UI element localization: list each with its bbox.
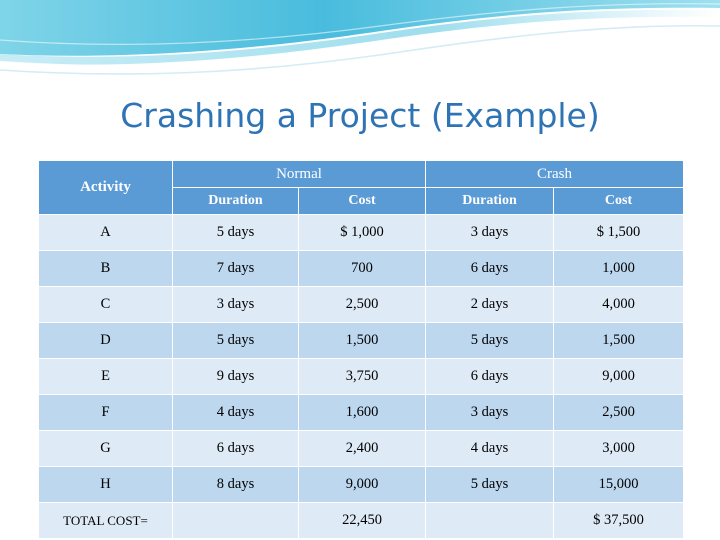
table-total-row: TOTAL COST= 22,450 $ 37,500 — [38, 502, 685, 539]
table-row: B 7 days 700 6 days 1,000 — [38, 250, 685, 287]
cell-crash-cost: 3,000 — [553, 430, 685, 467]
cell-crash-cost: 1,500 — [553, 322, 685, 359]
header-decoration — [0, 0, 720, 78]
cell-normal-cost: 9,000 — [297, 466, 427, 503]
cell-activity: A — [38, 214, 173, 251]
cell-activity: F — [38, 394, 173, 431]
cell-crash-duration: 2 days — [425, 286, 555, 323]
column-header-crash-group: Crash — [425, 160, 685, 188]
cell-total-crash-duration — [425, 502, 555, 539]
cell-crash-duration: 5 days — [425, 466, 555, 503]
cell-normal-cost: 3,750 — [297, 358, 427, 395]
cell-total-normal-cost: 22,450 — [297, 502, 427, 539]
cell-crash-cost: 9,000 — [553, 358, 685, 395]
column-header-crash-duration: Duration — [425, 187, 555, 215]
cell-crash-duration: 5 days — [425, 322, 555, 359]
crash-table-container: Activity Normal Crash Duration Cost Dura… — [38, 160, 685, 539]
column-header-normal-cost: Cost — [297, 187, 427, 215]
table-row: C 3 days 2,500 2 days 4,000 — [38, 286, 685, 323]
cell-normal-duration: 9 days — [172, 358, 299, 395]
cell-crash-duration: 3 days — [425, 214, 555, 251]
column-header-normal-group: Normal — [171, 160, 427, 188]
cell-normal-cost: 1,500 — [297, 322, 427, 359]
cell-total-normal-duration — [172, 502, 299, 539]
header-swoosh-graphic — [0, 0, 720, 75]
cell-normal-cost: 1,600 — [297, 394, 427, 431]
cell-activity: E — [38, 358, 173, 395]
table-row: H 8 days 9,000 5 days 15,000 — [38, 466, 685, 503]
cell-crash-cost: 4,000 — [553, 286, 685, 323]
cell-crash-cost: 15,000 — [553, 466, 685, 503]
table-head: Activity Normal Crash Duration Cost Dura… — [38, 160, 685, 215]
cell-normal-cost: 2,400 — [297, 430, 427, 467]
cell-crash-duration: 6 days — [425, 358, 555, 395]
table-row: D 5 days 1,500 5 days 1,500 — [38, 322, 685, 359]
cell-normal-cost: $ 1,000 — [297, 214, 427, 251]
column-header-normal-duration: Duration — [172, 187, 299, 215]
cell-normal-duration: 4 days — [172, 394, 299, 431]
cell-crash-duration: 6 days — [425, 250, 555, 287]
table-row: F 4 days 1,600 3 days 2,500 — [38, 394, 685, 431]
column-header-activity: Activity — [38, 160, 173, 215]
cell-activity: H — [38, 466, 173, 503]
cell-crash-duration: 3 days — [425, 394, 555, 431]
cell-crash-duration: 4 days — [425, 430, 555, 467]
table-row: A 5 days $ 1,000 3 days $ 1,500 — [38, 214, 685, 251]
column-header-crash-cost: Cost — [553, 187, 685, 215]
cell-normal-duration: 8 days — [172, 466, 299, 503]
cell-activity: B — [38, 250, 173, 287]
table-row: G 6 days 2,400 4 days 3,000 — [38, 430, 685, 467]
cell-normal-duration: 6 days — [172, 430, 299, 467]
cell-total-crash-cost: $ 37,500 — [553, 502, 685, 539]
table-body: A 5 days $ 1,000 3 days $ 1,500 B 7 days… — [38, 214, 685, 539]
cell-total-label: TOTAL COST= — [38, 502, 173, 539]
cell-normal-duration: 5 days — [172, 322, 299, 359]
cell-normal-duration: 3 days — [172, 286, 299, 323]
cell-normal-duration: 7 days — [172, 250, 299, 287]
cell-crash-cost: 1,000 — [553, 250, 685, 287]
cell-normal-cost: 700 — [297, 250, 427, 287]
cell-activity: D — [38, 322, 173, 359]
cell-normal-duration: 5 days — [172, 214, 299, 251]
table-header-row-group: Activity Normal Crash — [38, 160, 685, 215]
cell-normal-cost: 2,500 — [297, 286, 427, 323]
project-crashing-table: Activity Normal Crash Duration Cost Dura… — [38, 160, 685, 539]
cell-activity: C — [38, 286, 173, 323]
page-title: Crashing a Project (Example) — [120, 96, 600, 135]
cell-crash-cost: 2,500 — [553, 394, 685, 431]
cell-activity: G — [38, 430, 173, 467]
cell-crash-cost: $ 1,500 — [553, 214, 685, 251]
table-row: E 9 days 3,750 6 days 9,000 — [38, 358, 685, 395]
